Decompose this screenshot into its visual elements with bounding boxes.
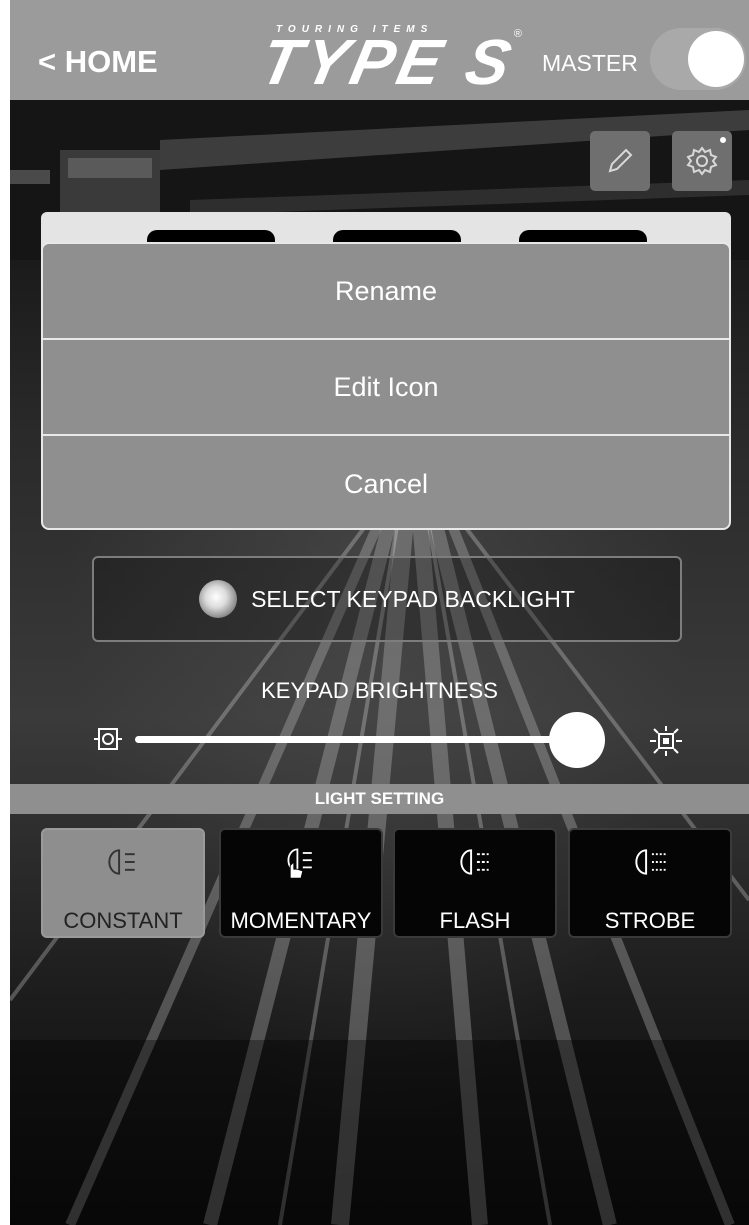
mode-label: FLASH [439,908,511,933]
home-back-button[interactable]: < HOME [38,44,158,80]
top-bar: < HOME TOURING ITEMS TYPE S ® MASTER [10,0,749,100]
headlight-strobe-icon [635,849,666,875]
registered-mark: ® [513,28,522,40]
backlight-label: SELECT KEYPAD BACKLIGHT [251,585,575,612]
type-s-logo: TOURING ITEMS TYPE S ® [254,20,522,98]
toggle-knob [688,31,744,87]
brightness-low-icon [94,728,122,750]
logo-wordmark: TYPE S [254,26,522,98]
backlight-led-icon [199,580,238,618]
light-setting-header: LIGHT SETTING [10,784,749,814]
gear-icon [686,146,718,176]
app-screen: < HOME TOURING ITEMS TYPE S ® MASTER Ren… [10,0,749,1225]
cancel-button[interactable]: Cancel [43,436,729,528]
mode-strobe-button[interactable]: STROBE [568,828,732,938]
mode-momentary-button[interactable]: MOMENTARY [219,828,383,938]
pencil-icon [608,148,633,173]
brightness-slider-knob[interactable] [549,712,605,768]
brightness-title: KEYPAD BRIGHTNESS [261,678,498,703]
select-keypad-backlight-button[interactable]: SELECT KEYPAD BACKLIGHT [92,556,682,642]
rename-button[interactable]: Rename [43,244,729,340]
mode-label: MOMENTARY [230,908,372,933]
brightness-high-icon [650,726,682,756]
mode-label: STROBE [604,908,696,933]
notification-dot [720,137,726,143]
headlight-touch-icon [287,848,312,879]
mode-constant-button[interactable]: CONSTANT [41,828,205,938]
master-label: MASTER [542,50,638,76]
edit-icon-button[interactable]: Edit Icon [43,340,729,436]
headlight-icon [108,849,135,875]
settings-button[interactable] [672,131,732,191]
brightness-slider-track[interactable] [135,736,605,743]
edit-button[interactable] [590,131,650,191]
mode-label: CONSTANT [63,908,183,933]
action-sheet: Rename Edit Icon Cancel [41,242,731,530]
headlight-flash-icon [460,849,489,875]
mode-flash-button[interactable]: FLASH [393,828,557,938]
master-toggle[interactable] [650,28,746,90]
